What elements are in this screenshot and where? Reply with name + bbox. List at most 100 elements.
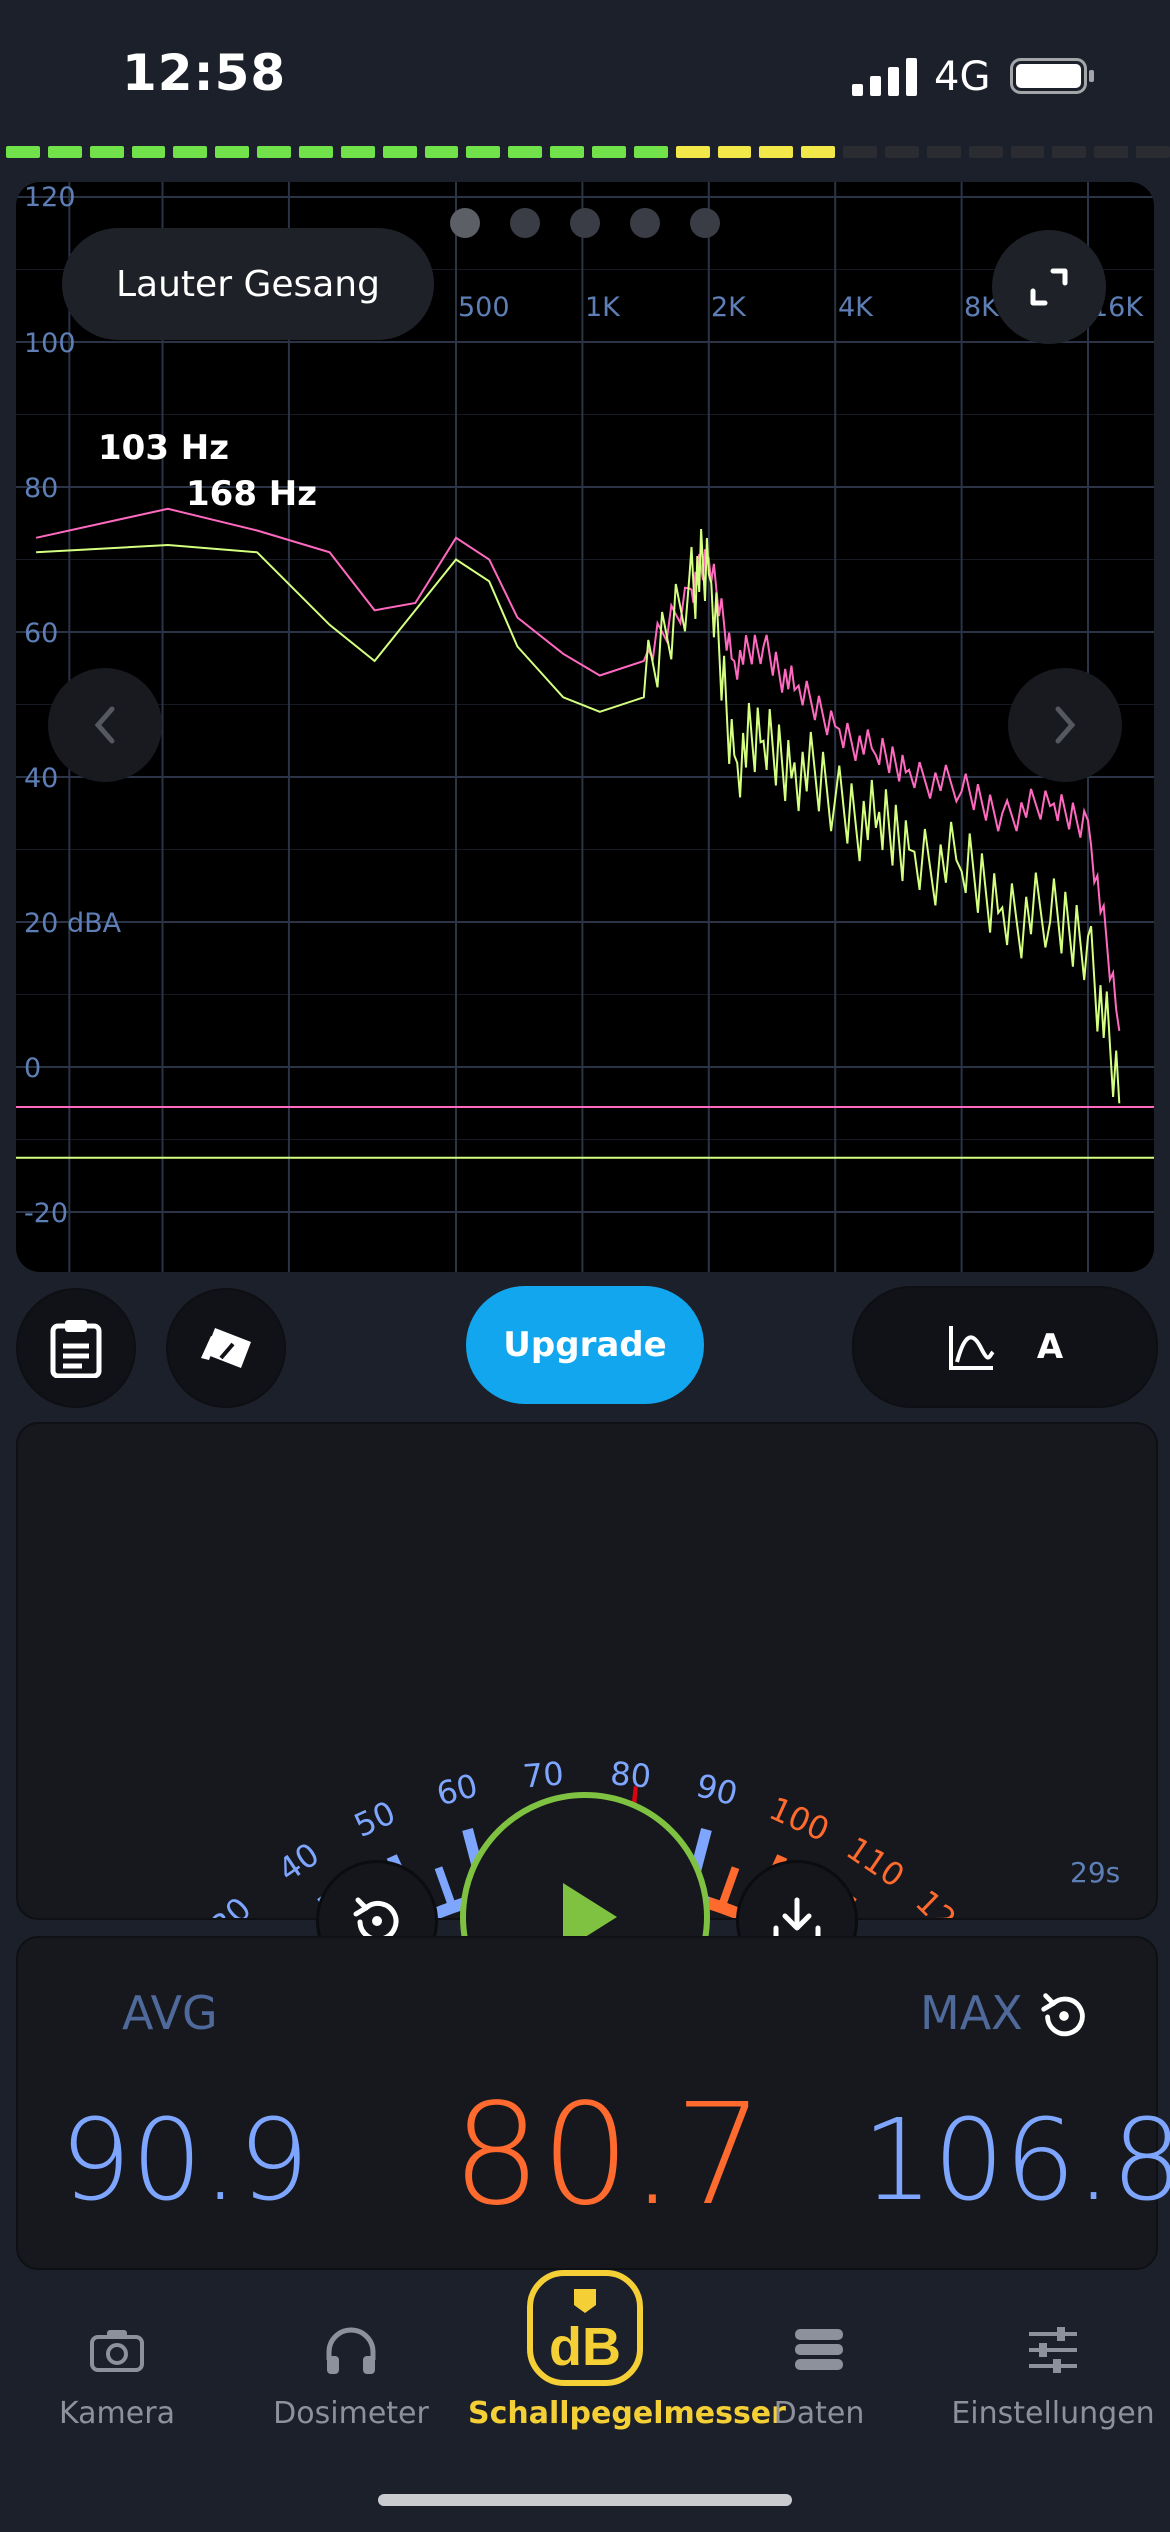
clipboard-icon [50,1320,102,1378]
reset-max-icon[interactable] [1036,1988,1092,2044]
level-segment [1010,146,1045,158]
tab-label: Schallpegelmesser [468,2396,786,2431]
level-segment [550,146,585,158]
level-segment [299,146,333,158]
spectrum-plot [16,182,1154,1272]
peak-frequency-label: 103 Hz [98,428,230,468]
level-segment [47,146,82,158]
spectrum-chart: 120 100 80 60 40 20 dBA 0 -20 500 1K 2K … [16,182,1154,1272]
level-segment [340,146,375,158]
level-strip [0,146,1170,160]
level-segment [759,146,794,158]
level-segment [131,146,166,158]
tab-einstellungen[interactable]: Einstellungen [936,2310,1170,2431]
level-segment [926,146,961,158]
battery-icon [1010,58,1094,94]
weighting-label: A [1036,1327,1064,1367]
meter-scale-label: 80 [609,1754,653,1795]
fullscreen-button[interactable] [992,230,1106,344]
meter-tick [717,1866,740,1909]
level-segment [801,146,836,158]
max-label: MAX [920,1986,1023,2040]
notes-button[interactable] [16,1288,136,1408]
database-icon [795,2329,843,2370]
elapsed-time: 29s [1070,1856,1121,1889]
level-segment [675,146,710,158]
meter-scale-label: 60 [433,1766,482,1813]
status-time: 12:58 [122,44,287,102]
level-segment [257,146,292,158]
tab-dosimeter[interactable]: Dosimeter [234,2310,468,2431]
level-segment [215,146,250,158]
headphones-icon [326,2327,376,2374]
level-segment [592,146,626,158]
level-segment [466,146,501,158]
page-dot[interactable] [690,208,720,238]
previous-page-button[interactable] [48,668,162,782]
meter-scale-label: 50 [348,1793,401,1844]
meter-scale-label: 120 [908,1883,978,1918]
max-value: 106.8 [862,2096,1170,2226]
chevron-right-icon [1055,706,1076,744]
y-tick: 40 [24,763,59,794]
y-tick: 80 [24,473,59,504]
page-dot[interactable] [630,208,660,238]
x-tick: 4K [838,292,873,323]
curve-chart-icon [948,1326,995,1370]
level-segment [843,146,878,158]
level-segment [1136,146,1170,158]
home-indicator[interactable] [378,2494,792,2506]
x-tick: 1K [585,292,620,323]
page-dot[interactable] [510,208,540,238]
y-tick: 120 [24,182,76,213]
x-tick: 2K [711,292,746,323]
db-badge-icon: dB [527,2270,643,2386]
meter-tick [434,1866,457,1909]
y-tick: -20 [24,1198,69,1229]
peak-frequency-label: 168 Hz [186,474,318,514]
level-segment [508,146,543,158]
tab-label: Dosimeter [273,2396,429,2431]
page-dot[interactable] [450,208,480,238]
meter-scale-label: 40 [271,1835,326,1889]
chevron-left-icon [94,706,115,744]
current-level: 80.7 [452,2074,764,2237]
next-page-button[interactable] [1008,668,1122,782]
sliders-icon [1029,2327,1077,2373]
meter-scale-label: 90 [692,1766,741,1813]
meter-scale-label: 110 [839,1829,911,1895]
avg-label: AVG [122,1986,218,2040]
level-segment [1094,146,1129,158]
weighting-button[interactable]: A [852,1286,1158,1408]
camera-icon [90,2330,144,2372]
level-segment [885,146,919,158]
calibration-button[interactable] [166,1288,286,1408]
upgrade-button[interactable]: Upgrade [466,1286,704,1404]
meter-scale-label: 70 [521,1754,565,1795]
svg-text:dB: dB [549,2317,621,2377]
tab-daten[interactable]: Daten [702,2310,936,2431]
x-tick: 500 [458,292,510,323]
y-tick: 60 [24,618,59,649]
page-dot[interactable] [570,208,600,238]
preset-chip[interactable]: Lauter Gesang [62,228,434,340]
level-segment [89,146,124,158]
level-segment [6,146,40,158]
level-segment [968,146,1003,158]
tab-kamera[interactable]: Kamera [0,2310,234,2431]
meter-scale-label: 100 [764,1789,835,1849]
level-segment [173,146,208,158]
tab-label: Kamera [59,2396,175,2431]
tab-schallpegelmesser[interactable]: dB Schallpegelmesser [468,2270,786,2431]
y-tick: 100 [24,328,76,359]
page-indicator[interactable] [450,208,720,238]
level-segment [424,146,459,158]
signal-icon [852,58,917,96]
avg-value: 90.9 [60,2096,310,2226]
y-tick: 20 dBA [24,908,122,939]
cards-icon [201,1328,251,1368]
level-segment [1052,146,1087,158]
live-trace [36,528,1121,1104]
y-tick: 0 [24,1053,42,1084]
level-segment [717,146,752,158]
